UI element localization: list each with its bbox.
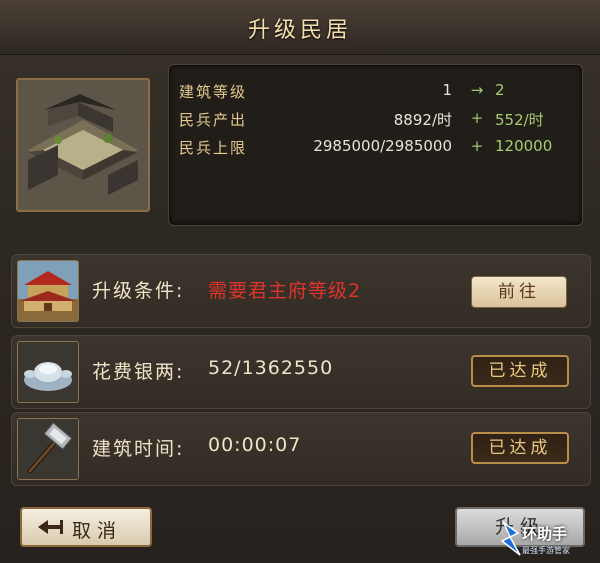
requirement-row-time: 建筑时间: 00:00:07 已达成 (11, 412, 591, 486)
stat-next: 552/时 (495, 111, 544, 129)
stat-row-output: 民兵产出 8892/时 + 552/时 (169, 107, 582, 131)
cancel-button[interactable]: 取消 (20, 507, 152, 547)
stat-current: 1 (442, 81, 452, 99)
watermark-text: 环助手 (522, 525, 568, 543)
requirement-value: 52/1362550 (208, 357, 334, 379)
palace-icon (17, 260, 79, 322)
requirement-value: 00:00:07 (208, 434, 302, 456)
achieved-badge: 已达成 (471, 355, 569, 387)
stat-label: 建筑等级 (179, 83, 248, 101)
requirement-value: 需要君主府等级2 (208, 280, 362, 302)
stat-current: 8892/时 (393, 111, 452, 129)
plus-icon: + (470, 109, 484, 127)
watermark-subtext: 最强手游管家 (522, 546, 570, 555)
dialog-title: 升级民居 (247, 18, 352, 43)
stat-row-cap: 民兵上限 2985000/2985000 + 120000 (169, 135, 582, 159)
requirement-label: 建筑时间: (92, 438, 185, 460)
requirement-row-condition: 升级条件: 需要君主府等级2 前往 (11, 254, 591, 328)
hammer-icon (17, 418, 79, 480)
requirement-label: 花费银两: (92, 361, 185, 383)
stat-current: 2985000/2985000 (313, 137, 452, 155)
arrow-right-icon: → (470, 81, 484, 99)
go-button[interactable]: 前往 (471, 276, 567, 308)
stat-next: 120000 (495, 137, 553, 155)
achieved-badge: 已达成 (471, 432, 569, 464)
stat-label: 民兵上限 (179, 139, 248, 157)
title-bar: 升级民居 (0, 0, 600, 55)
stat-label: 民兵产出 (179, 111, 248, 129)
stat-next: 2 (495, 81, 505, 99)
requirement-row-silver: 花费银两: 52/1362550 已达成 (11, 335, 591, 409)
requirement-label: 升级条件: (92, 280, 185, 302)
upgrade-dialog: 升级民居 建筑等级 1 → 2 民兵产出 8892/时 + 552/时 民兵上限… (0, 0, 600, 563)
watermark: 环助手 最强手游管家 (500, 519, 598, 561)
plus-icon: + (470, 137, 484, 155)
stat-row-level: 建筑等级 1 → 2 (169, 79, 582, 103)
stats-panel: 建筑等级 1 → 2 民兵产出 8892/时 + 552/时 民兵上限 2985… (168, 64, 583, 226)
cancel-label: 取消 (72, 520, 123, 542)
back-icon (36, 518, 64, 541)
silver-ingot-icon (17, 341, 79, 403)
watermark-logo-icon (500, 520, 521, 556)
building-image (16, 78, 150, 212)
